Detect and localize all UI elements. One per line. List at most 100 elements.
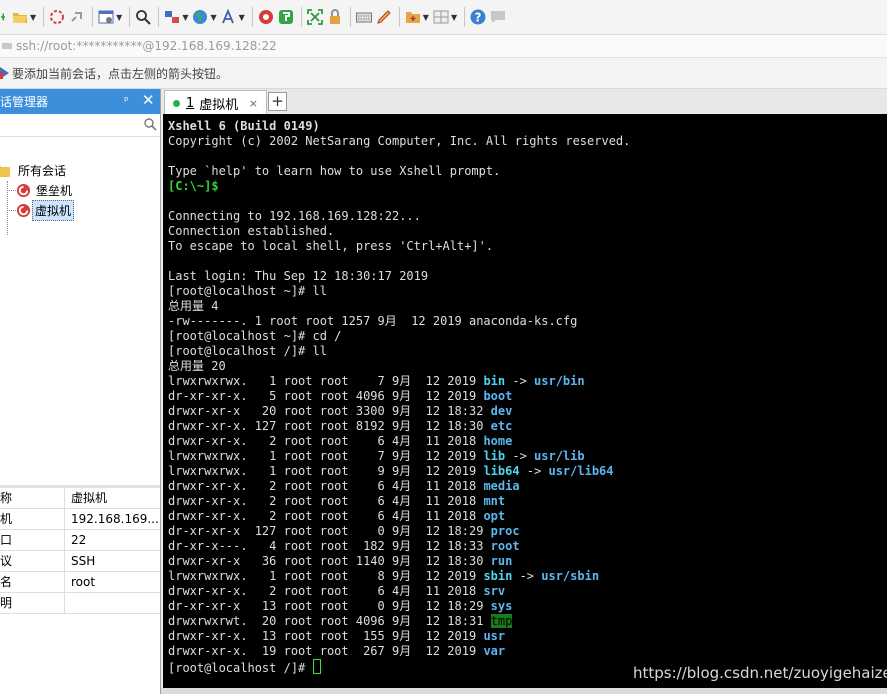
listing-name: dev [490, 404, 513, 418]
toolbar-divider [464, 7, 466, 27]
add-tab-button[interactable]: + [268, 92, 287, 111]
tab-virtual-machine[interactable]: 1 虚拟机 × [164, 90, 267, 115]
listing-meta: lrwxrwxrwx. 1 root root 8 9月 12 2019 [168, 569, 484, 583]
chevron-down-icon[interactable]: ▼ [423, 13, 429, 22]
arrow-icon[interactable] [0, 67, 9, 79]
listing-arrow: -> [505, 374, 535, 388]
connected-status-icon [173, 99, 180, 107]
close-icon[interactable]: ✕ [142, 91, 155, 109]
font-button[interactable]: ▼ [221, 6, 245, 28]
property-key: 端口 [0, 533, 13, 547]
listing-row: lrwxrwxrwx. 1 root root 9 9月 12 2019 lib… [168, 464, 614, 479]
chevron-down-icon[interactable]: ▼ [182, 13, 188, 22]
reconnect-button[interactable] [69, 6, 85, 28]
xftp-button[interactable] [278, 6, 294, 28]
globe-button[interactable]: ▼ [192, 6, 217, 28]
listing-name: boot [483, 389, 513, 403]
terminal-line: To escape to local shell, press 'Ctrl+Al… [168, 239, 494, 253]
keyboard-button[interactable] [355, 6, 372, 28]
property-key: 名称 [0, 491, 13, 505]
property-value: root [71, 575, 96, 589]
listing-row: dr-xr-xr-x. 5 root root 4096 9月 12 2019 … [168, 389, 512, 404]
chevron-down-icon[interactable]: ▼ [451, 13, 457, 22]
session-manager-panel: 会话管理器 ᵖ ✕ 所有会话 堡垒机 虚拟机 名称 虚拟机 主机 192.168.1… [0, 89, 161, 694]
search-icon [136, 10, 152, 25]
chevron-down-icon[interactable]: ▼ [210, 13, 216, 22]
highlight-button[interactable] [376, 6, 392, 28]
listing-name: root [490, 539, 520, 553]
terminal-line: Connecting to 192.168.169.128:22... [168, 209, 421, 223]
property-key: 用户名 [0, 575, 13, 589]
listing-name: usr [483, 629, 506, 643]
listing-meta: dr-xr-xr-x 127 root root 0 9月 12 18:29 [168, 524, 491, 538]
toolbar-divider [398, 7, 400, 27]
transfer-icon [165, 11, 180, 23]
connection-icon [2, 43, 12, 49]
disconnect-button[interactable] [49, 6, 65, 28]
chevron-down-icon[interactable]: ▼ [30, 13, 36, 22]
listing-target: usr/sbin [541, 569, 600, 583]
terminal-line: -rw-------. 1 root root 1257 9月 12 2019 … [168, 314, 578, 328]
listing-meta: lrwxrwxrwx. 1 root root 9 9月 12 2019 [168, 464, 484, 478]
session-manager-header: 会话管理器 ᵖ ✕ [0, 89, 160, 114]
listing-name: tmp [490, 614, 513, 628]
tree-node-session-selected[interactable]: 虚拟机 [16, 199, 75, 221]
xshell-icon [258, 10, 273, 24]
tab-label: 虚拟机 [199, 97, 239, 113]
listing-name: lib [483, 449, 506, 463]
listing-meta: dr-xr-x---. 4 root root 182 9月 12 18:33 [168, 539, 491, 553]
listing-row: drwxr-xr-x. 2 root root 6 4月 11 2018 mnt [168, 494, 505, 509]
chevron-down-icon[interactable]: ▼ [239, 13, 245, 22]
chat-button[interactable] [490, 6, 506, 28]
close-tab-icon[interactable]: × [249, 97, 258, 110]
listing-name: lib64 [483, 464, 520, 478]
listing-meta: drwxr-xr-x 36 root root 1140 9月 12 18:30 [168, 554, 491, 568]
property-value: 192.168.169.... [71, 512, 160, 526]
session-search-input[interactable] [0, 114, 160, 137]
keyboard-icon [355, 12, 372, 23]
terminal-line: Type `help' to learn how to use Xshell p… [168, 164, 501, 178]
property-row: 说明 [0, 593, 160, 614]
new-session-button[interactable] [0, 6, 10, 28]
listing-target: usr/lib [534, 449, 585, 463]
terminal-line: 总用量 4 [168, 299, 219, 313]
xshell-button[interactable] [258, 6, 274, 28]
listing-name: bin [483, 374, 506, 388]
toolbar-divider [158, 7, 160, 27]
chevron-down-icon[interactable]: ▼ [116, 13, 122, 22]
listing-meta: drwxr-xr-x. 2 root root 6 4月 11 2018 [168, 509, 484, 523]
properties-button[interactable]: ▼ [98, 6, 122, 28]
terminal[interactable]: Xshell 6 (Build 0149) Copyright (c) 2002… [163, 114, 887, 688]
property-value: 虚拟机 [71, 491, 108, 505]
add-layout-button[interactable]: ▼ [405, 6, 429, 28]
add-layout-icon [405, 12, 420, 23]
tree-node-session[interactable]: 堡垒机 [16, 181, 74, 199]
property-row: 主机 192.168.169.... [0, 509, 160, 530]
lock-button[interactable] [327, 6, 343, 28]
tile-icon [433, 10, 449, 24]
search-icon[interactable] [143, 117, 157, 131]
tab-number: 1 [186, 95, 195, 111]
find-button[interactable] [135, 6, 152, 28]
listing-meta: drwxr-xr-x. 2 root root 6 4月 11 2018 [168, 434, 484, 448]
fullscreen-button[interactable] [306, 6, 323, 28]
transfer-button[interactable]: ▼ [164, 6, 188, 28]
listing-target: usr/lib64 [548, 464, 614, 478]
property-value: SSH [71, 554, 96, 568]
listing-row: drwxr-xr-x 20 root root 3300 9月 12 18:32… [168, 404, 512, 419]
address-bar[interactable]: ssh://root:***********@192.168.169.128:2… [0, 35, 887, 58]
session-properties-table: 名称 虚拟机 主机 192.168.169.... 端口 22 协议 SSH 用户名 ro… [0, 485, 160, 614]
pin-icon[interactable]: ᵖ [124, 94, 129, 107]
listing-meta: drwxr-xr-x. 127 root root 8192 9月 12 18:… [168, 419, 491, 433]
open-session-button[interactable]: ▼ [12, 6, 36, 28]
help-button[interactable]: ? [470, 6, 486, 28]
listing-meta: drwxr-xr-x. 13 root root 155 9月 12 2019 [168, 629, 484, 643]
session-tab-bar: 1 虚拟机 × + [161, 89, 887, 115]
tile-button[interactable]: ▼ [433, 6, 457, 28]
tree-node-label: 所有会话 [18, 163, 67, 178]
status-strip [161, 688, 887, 694]
property-key: 主机 [0, 512, 13, 526]
listing-row: lrwxrwxrwx. 1 root root 7 9月 12 2019 lib… [168, 449, 585, 464]
reconnect-icon [71, 12, 83, 22]
tree-node-all-sessions[interactable]: 所有会话 [0, 161, 68, 179]
